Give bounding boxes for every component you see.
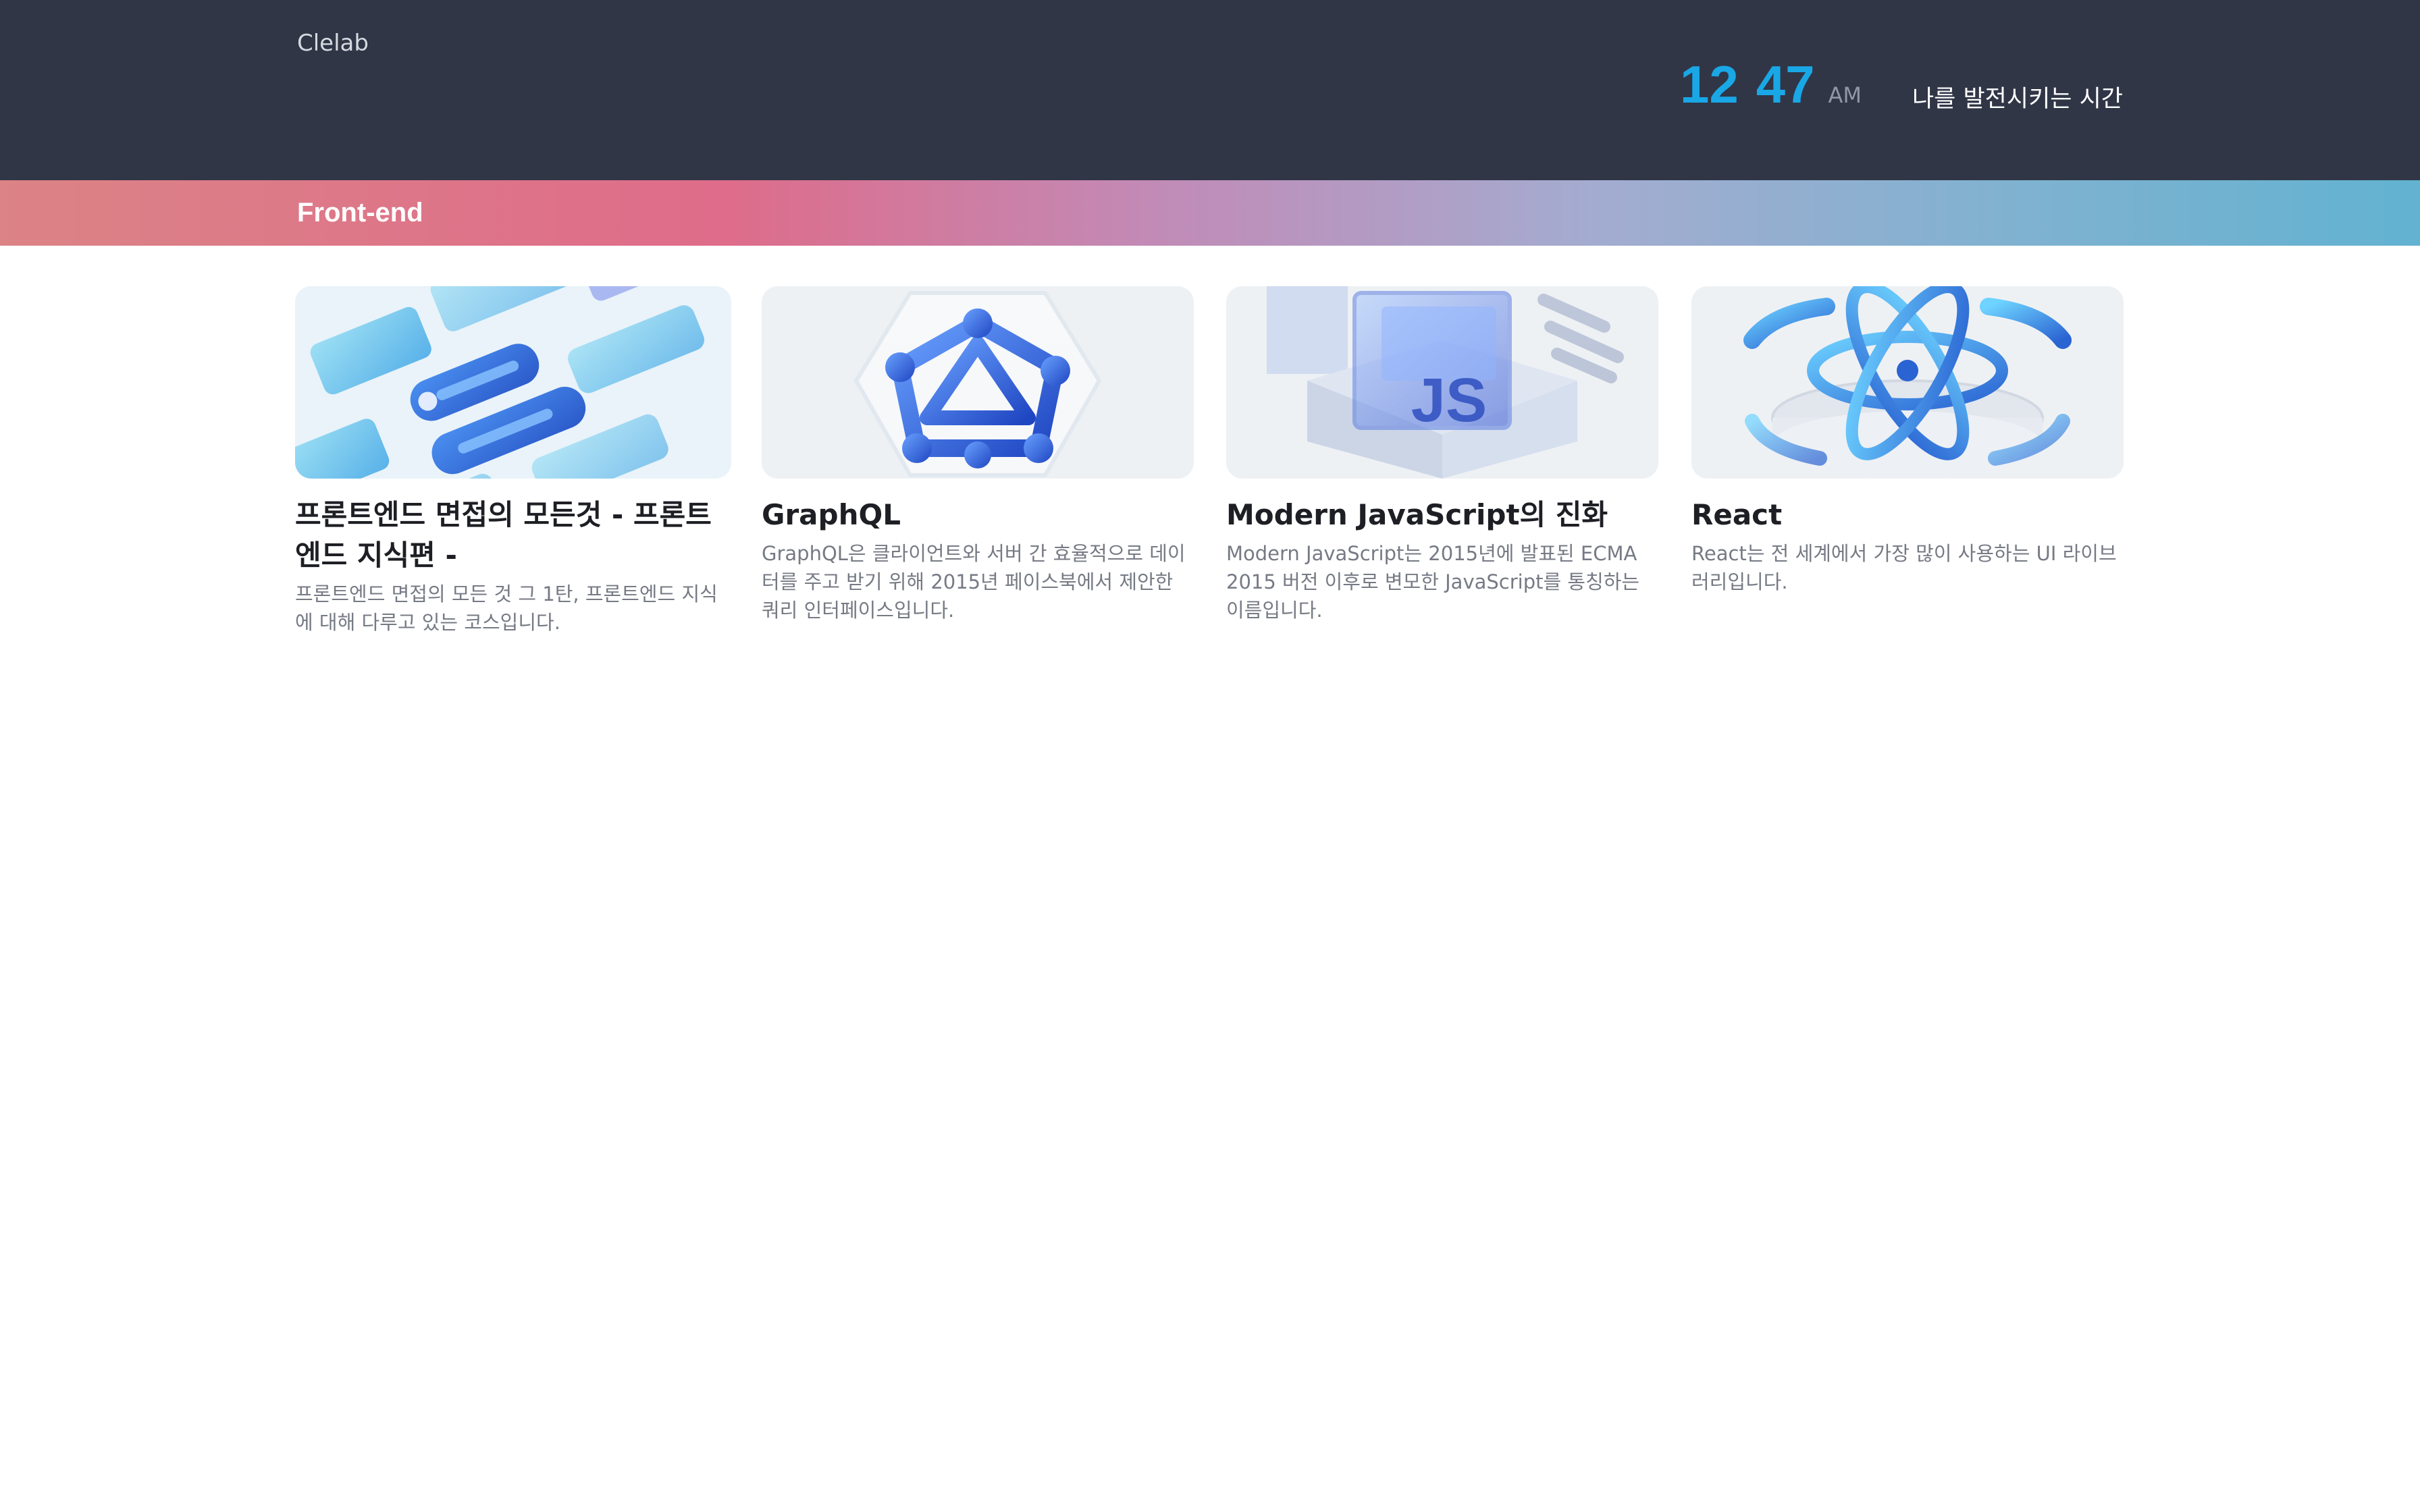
top-header: Clelab 12 47 AM 나를 발전시키는 시간 (0, 0, 2420, 180)
course-title[interactable]: Modern JavaScript의 진화 (1226, 495, 1658, 535)
javascript-cube-illustration-icon[interactable]: JS (1226, 286, 1658, 479)
course-card[interactable]: React React는 전 세계에서 가장 많이 사용하는 UI 라이브러리입… (1691, 286, 2124, 596)
ui-cards-illustration-icon[interactable] (295, 286, 731, 479)
course-card[interactable]: 프론트엔드 면접의 모든것 - 프론트엔드 지식편 - 프론트엔드 면접의 모든… (295, 286, 731, 637)
svg-text:JS: JS (1411, 366, 1488, 435)
graphql-logo-illustration-icon[interactable] (762, 286, 1194, 479)
react-atom-illustration-icon[interactable] (1691, 286, 2124, 479)
course-description: GraphQL은 클라이언트와 서버 간 효율적으로 데이터를 주고 받기 위해… (762, 542, 1186, 622)
clock-minute: 47 (1756, 55, 1815, 114)
course-title[interactable]: React (1691, 495, 2124, 535)
tagline: 나를 발전시키는 시간 (1912, 86, 2123, 113)
course-description: React는 전 세계에서 가장 많이 사용하는 UI 라이브러리입니다. (1691, 542, 2117, 593)
category-title: Front-end (297, 198, 423, 227)
clock-hour: 12 (1680, 55, 1739, 114)
course-card[interactable]: JS Modern JavaScript의 진화 Modern JavaScri… (1226, 286, 1658, 624)
course-title[interactable]: GraphQL (762, 495, 1194, 535)
clock-ampm: AM (1828, 82, 1862, 108)
site-logo[interactable]: Clelab (297, 30, 369, 57)
course-description: Modern JavaScript는 2015년에 발표된 ECMA 2015 … (1226, 542, 1640, 622)
course-card[interactable]: GraphQL GraphQL은 클라이언트와 서버 간 효율적으로 데이터를 … (762, 286, 1194, 624)
category-banner: Front-end (0, 180, 2420, 246)
clock: 12 47 AM (1680, 58, 1862, 111)
course-title[interactable]: 프론트엔드 면접의 모든것 - 프론트엔드 지식편 - (295, 495, 731, 576)
course-description: 프론트엔드 면접의 모든 것 그 1탄, 프론트엔드 지식에 대해 다루고 있는… (295, 583, 718, 634)
